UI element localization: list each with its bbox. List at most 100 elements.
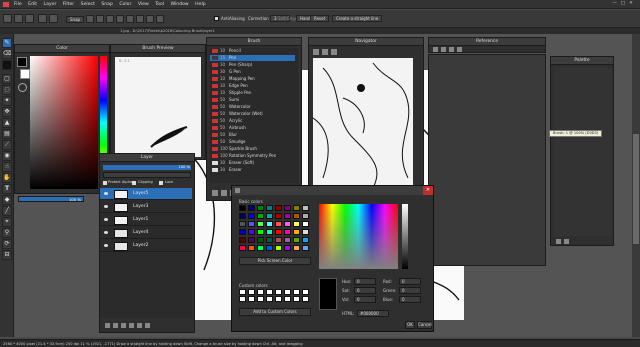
html-input[interactable]: #000000	[357, 310, 389, 317]
basic-color-swatch[interactable]	[248, 205, 255, 211]
brush-item[interactable]: 50 Watercolor (Wet)	[210, 111, 295, 117]
pen-tool-icon[interactable]: ✎	[2, 38, 12, 48]
custom-color-swatch[interactable]	[248, 296, 255, 302]
eraser-tool-icon[interactable]: ⌫	[2, 49, 12, 59]
menu-file[interactable]: File	[14, 2, 22, 7]
new-file-icon[interactable]	[3, 14, 12, 23]
hue-input[interactable]: 0	[354, 278, 376, 285]
menu-window[interactable]: Window	[171, 2, 189, 7]
basic-color-swatch[interactable]	[248, 245, 255, 251]
palette-swatch-area[interactable]	[554, 68, 612, 236]
basic-color-swatch[interactable]	[257, 221, 264, 227]
basic-color-swatch[interactable]	[275, 229, 282, 235]
cancel-button[interactable]: Cancel	[417, 321, 432, 329]
blue-input[interactable]: 0	[399, 296, 421, 303]
custom-color-swatch[interactable]	[284, 296, 291, 302]
select-tool-icon[interactable]: ▢	[2, 74, 12, 84]
basic-color-swatch[interactable]	[284, 213, 291, 219]
text-tool-icon[interactable]: T	[2, 184, 12, 194]
basic-color-swatch[interactable]	[302, 245, 309, 251]
basic-color-swatch[interactable]	[248, 237, 255, 243]
red-input[interactable]: 0	[399, 278, 421, 285]
snap-button[interactable]: Snap	[66, 16, 85, 23]
foreground-color-swatch[interactable]	[17, 57, 27, 67]
snap-radial-icon[interactable]	[116, 15, 124, 23]
brush-item[interactable]: 50 Watercolor	[210, 104, 295, 110]
brush-item[interactable]: 10 Edge Pen	[210, 83, 295, 89]
ok-button[interactable]: OK	[405, 321, 415, 329]
redo-icon[interactable]	[49, 14, 58, 23]
brush-item[interactable]: 30 G Pen	[210, 69, 295, 75]
save-icon[interactable]	[25, 14, 34, 23]
custom-color-swatch[interactable]	[266, 289, 273, 295]
reset-button[interactable]: Reset	[310, 15, 330, 22]
layer-visibility-icon[interactable]	[104, 231, 108, 234]
menu-select[interactable]: Select	[81, 2, 95, 7]
brush-settings-icon[interactable]	[212, 190, 218, 196]
basic-color-swatch[interactable]	[266, 205, 273, 211]
smudge-tool-icon[interactable]: ☝	[2, 162, 12, 172]
basic-color-swatch[interactable]	[239, 205, 246, 211]
new-folder-icon[interactable]	[113, 323, 118, 328]
snap-parallel-icon[interactable]	[96, 15, 104, 23]
layer-row[interactable]: Layer3	[100, 201, 192, 213]
layer-row[interactable]: Layer1	[100, 214, 192, 226]
blur-tool-icon[interactable]: ◉	[2, 151, 12, 161]
brush-item[interactable]: 100 Sparkle Brush	[210, 146, 295, 152]
basic-color-swatch[interactable]	[302, 205, 309, 211]
move-tool-icon[interactable]: ✥	[2, 107, 12, 117]
basic-color-swatch[interactable]	[293, 237, 300, 243]
basic-color-swatch[interactable]	[302, 237, 309, 243]
basic-color-swatch[interactable]	[239, 245, 246, 251]
snap-cross-icon[interactable]	[106, 15, 114, 23]
brush-item[interactable]: 10 Pencil	[210, 48, 295, 54]
layer-visibility-icon[interactable]	[104, 205, 108, 208]
brush-item[interactable]: 10 Stipple Pen	[210, 90, 295, 96]
fill-tool-icon[interactable]: ▲	[2, 118, 12, 128]
basic-color-swatch[interactable]	[248, 213, 255, 219]
window-maximize-button[interactable]: □	[621, 1, 625, 6]
menu-edit[interactable]: Edit	[28, 2, 37, 7]
sat-input[interactable]: 0	[354, 287, 376, 294]
custom-color-swatch[interactable]	[239, 289, 246, 295]
basic-color-swatch[interactable]	[275, 205, 282, 211]
palette-delete-icon[interactable]	[564, 239, 569, 244]
vertical-scrollbar[interactable]	[632, 34, 640, 337]
duplicate-layer-icon[interactable]	[121, 323, 126, 328]
custom-color-swatch[interactable]	[257, 289, 264, 295]
green-input[interactable]: 0	[399, 287, 421, 294]
custom-color-swatch[interactable]	[302, 289, 309, 295]
basic-color-swatch[interactable]	[266, 213, 273, 219]
basic-color-swatch[interactable]	[293, 205, 300, 211]
transparent-color-icon[interactable]	[18, 83, 27, 92]
basic-color-swatch[interactable]	[302, 229, 309, 235]
brush-tool-icon[interactable]: ⟋	[2, 140, 12, 150]
menu-color[interactable]: Color	[119, 2, 131, 7]
custom-color-swatch[interactable]	[239, 296, 246, 302]
fit-view-icon[interactable]	[331, 49, 337, 55]
basic-color-swatch[interactable]	[293, 245, 300, 251]
basic-color-swatch[interactable]	[284, 229, 291, 235]
basic-color-swatch[interactable]	[266, 221, 273, 227]
custom-color-swatch[interactable]	[284, 289, 291, 295]
delete-layer-icon[interactable]	[145, 323, 150, 328]
snap-circle-icon[interactable]	[126, 15, 134, 23]
basic-color-swatch[interactable]	[239, 237, 246, 243]
layer-mask-icon[interactable]	[137, 323, 142, 328]
snap-vanish-icon[interactable]	[146, 15, 154, 23]
basic-color-swatch[interactable]	[275, 245, 282, 251]
basic-color-swatch[interactable]	[293, 229, 300, 235]
layer-row-selected[interactable]: Layer5	[100, 188, 192, 200]
layer-row[interactable]: Layer4	[100, 227, 192, 239]
merge-layer-icon[interactable]	[129, 323, 134, 328]
menu-filter[interactable]: Filter	[63, 2, 74, 7]
custom-color-swatch[interactable]	[293, 289, 300, 295]
saturation-value-square[interactable]	[30, 56, 98, 189]
clipping-checkbox[interactable]	[132, 181, 136, 185]
protect-alpha-checkbox[interactable]	[103, 181, 107, 185]
custom-color-swatch[interactable]	[275, 296, 282, 302]
snap-off-icon[interactable]	[86, 15, 94, 23]
window-minimize-button[interactable]: —	[612, 1, 617, 6]
dialog-close-button[interactable]: ✕	[423, 186, 433, 195]
basic-color-swatch[interactable]	[302, 213, 309, 219]
